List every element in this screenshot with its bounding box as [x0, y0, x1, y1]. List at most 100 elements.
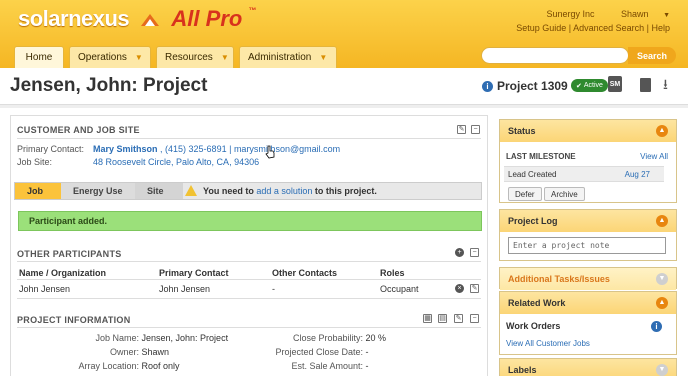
tab-job[interactable]: Job: [15, 183, 61, 199]
info-field: Est. Sale Amount: -: [291, 361, 369, 371]
column-header: Name / Organization: [19, 268, 107, 278]
collapse-icon[interactable]: −: [471, 125, 480, 134]
warning-icon: [185, 185, 197, 196]
main-nav: Home Operations ▼ Resources ▼ Administrati…: [14, 46, 342, 68]
project-note-input[interactable]: Enter a project note: [508, 237, 666, 254]
map-icon[interactable]: ▦: [423, 314, 432, 323]
status-badge: ✔ Active: [571, 79, 608, 92]
help-link[interactable]: Help: [651, 23, 670, 33]
info-field: Close Probability: 20 %: [292, 333, 387, 343]
company-name[interactable]: Sunergy Inc: [546, 9, 594, 19]
hand-cursor-icon: [265, 145, 275, 159]
divider: [17, 138, 481, 139]
info-icon[interactable]: i: [651, 321, 662, 332]
labels-panel: Labels ▼: [499, 358, 677, 376]
divider: [17, 261, 481, 262]
info-icon[interactable]: i: [482, 80, 493, 92]
logo-allpro: All Pro: [171, 6, 243, 31]
divider: [17, 327, 481, 328]
view-customer-jobs-link[interactable]: View All Customer Jobs: [506, 339, 590, 348]
info-field: Array Location: Roof only: [78, 361, 180, 371]
tab-resources[interactable]: Resources ▼: [156, 46, 234, 68]
tasks-panel: Additional Tasks/Issues ▼: [499, 267, 677, 290]
defer-button[interactable]: Defer: [508, 187, 542, 201]
logo-tm: ™: [248, 6, 257, 15]
customer-section-title: CUSTOMER AND JOB SITE: [17, 125, 140, 135]
column-header: Roles: [380, 268, 405, 278]
related-work-header[interactable]: Related Work ▲: [500, 292, 676, 314]
divider: [17, 298, 481, 299]
column-header: Primary Contact: [159, 268, 229, 278]
archive-button[interactable]: Archive: [544, 187, 585, 201]
project-log-header[interactable]: Project Log ▲: [500, 210, 676, 232]
project-log-panel: Project Log ▲ Enter a project note: [499, 209, 677, 261]
milestone-row: Lead Created Aug 27: [504, 166, 664, 182]
job-site-address[interactable]: 48 Roosevelt Circle, Palo Alto, CA, 9430…: [93, 157, 259, 167]
chevron-up-icon[interactable]: ▲: [656, 125, 668, 137]
page-title: Jensen, John: Project: [10, 75, 208, 96]
project-subtabs: Job Energy Use Site You need to add a so…: [14, 182, 482, 200]
tab-site[interactable]: Site: [135, 183, 183, 199]
participant-role: Occupant: [380, 284, 419, 294]
add-solution-link[interactable]: add a solution: [256, 186, 312, 196]
milestone-date[interactable]: Aug 27: [625, 170, 650, 179]
chevron-down-icon: ▼: [134, 53, 143, 62]
sm-icon[interactable]: SM: [608, 76, 622, 92]
tasks-panel-header[interactable]: Additional Tasks/Issues ▼: [500, 268, 676, 290]
participant-name[interactable]: John Jensen: [19, 284, 70, 294]
info-field: Owner: Shawn: [109, 347, 170, 357]
participant-other: -: [272, 284, 275, 294]
divider: [0, 104, 688, 108]
logo[interactable]: solarnexus All Pro ™: [18, 6, 256, 32]
edit-icon[interactable]: ✎: [454, 314, 463, 323]
primary-contact-name[interactable]: Mary Smithson: [93, 144, 158, 154]
advanced-search-link[interactable]: Advanced Search: [573, 23, 644, 33]
chevron-down-icon: ▼: [220, 53, 229, 62]
tab-administration[interactable]: Administration ▼: [239, 46, 337, 68]
top-header: solarnexus All Pro ™ Sunergy Inc Shawn ▼…: [0, 0, 688, 68]
participant-primary: John Jensen: [159, 284, 211, 294]
status-panel: Status ▲ LAST MILESTONE View All Lead Cr…: [499, 119, 677, 203]
participants-section-title: OTHER PARTICIPANTS: [17, 249, 122, 259]
project-number: i Project 1309: [482, 79, 568, 93]
primary-contact-email[interactable]: marysmithson@gmail.com: [234, 144, 340, 154]
add-participant-icon[interactable]: +: [455, 248, 464, 257]
chevron-up-icon[interactable]: ▲: [656, 297, 668, 309]
chevron-down-icon: ▼: [663, 12, 670, 19]
milestone-name: Lead Created: [508, 170, 557, 179]
primary-contact-phone: , (415) 325-6891 |: [160, 144, 232, 154]
edit-icon[interactable]: ✎: [457, 125, 466, 134]
chevron-down-icon[interactable]: ▼: [656, 273, 668, 285]
download-icon[interactable]: ⭳: [659, 77, 672, 92]
tab-home[interactable]: Home: [14, 46, 64, 68]
work-orders-label: Work Orders: [506, 321, 561, 331]
print-icon[interactable]: ▤: [438, 314, 447, 323]
chevron-down-icon[interactable]: ▼: [656, 364, 668, 376]
primary-contact-label: Primary Contact:: [17, 144, 85, 154]
tab-energy-use[interactable]: Energy Use: [61, 183, 135, 199]
remove-icon[interactable]: ×: [455, 284, 464, 293]
labels-panel-header[interactable]: Labels ▼: [500, 359, 676, 376]
column-header: Other Contacts: [272, 268, 338, 278]
status-panel-header[interactable]: Status ▲: [500, 120, 676, 142]
logo-solarnexus: solarnexus: [18, 6, 130, 31]
last-milestone-label: LAST MILESTONE: [506, 152, 576, 161]
chevron-up-icon[interactable]: ▲: [656, 215, 668, 227]
job-site-label: Job Site:: [17, 157, 53, 167]
success-alert: Participant added.: [18, 211, 482, 231]
search-button[interactable]: Search: [628, 47, 676, 64]
setup-guide-link[interactable]: Setup Guide: [516, 23, 566, 33]
main-panel: CUSTOMER AND JOB SITE ✎ − Primary Contac…: [10, 115, 488, 376]
search-input[interactable]: [481, 47, 629, 64]
collapse-icon[interactable]: −: [470, 248, 479, 257]
collapse-icon[interactable]: −: [470, 314, 479, 323]
related-work-panel: Related Work ▲ Work Orders i View All Cu…: [499, 291, 677, 355]
project-info-section-title: PROJECT INFORMATION: [17, 315, 131, 325]
view-all-link[interactable]: View All: [640, 152, 668, 161]
book-icon[interactable]: [640, 78, 651, 92]
info-field: Job Name: Jensen, John: Project: [95, 333, 229, 343]
chevron-down-icon: ▼: [319, 53, 328, 62]
edit-icon[interactable]: ✎: [470, 284, 479, 293]
user-menu[interactable]: Shawn ▼: [609, 9, 670, 19]
tab-operations[interactable]: Operations ▼: [69, 46, 151, 68]
